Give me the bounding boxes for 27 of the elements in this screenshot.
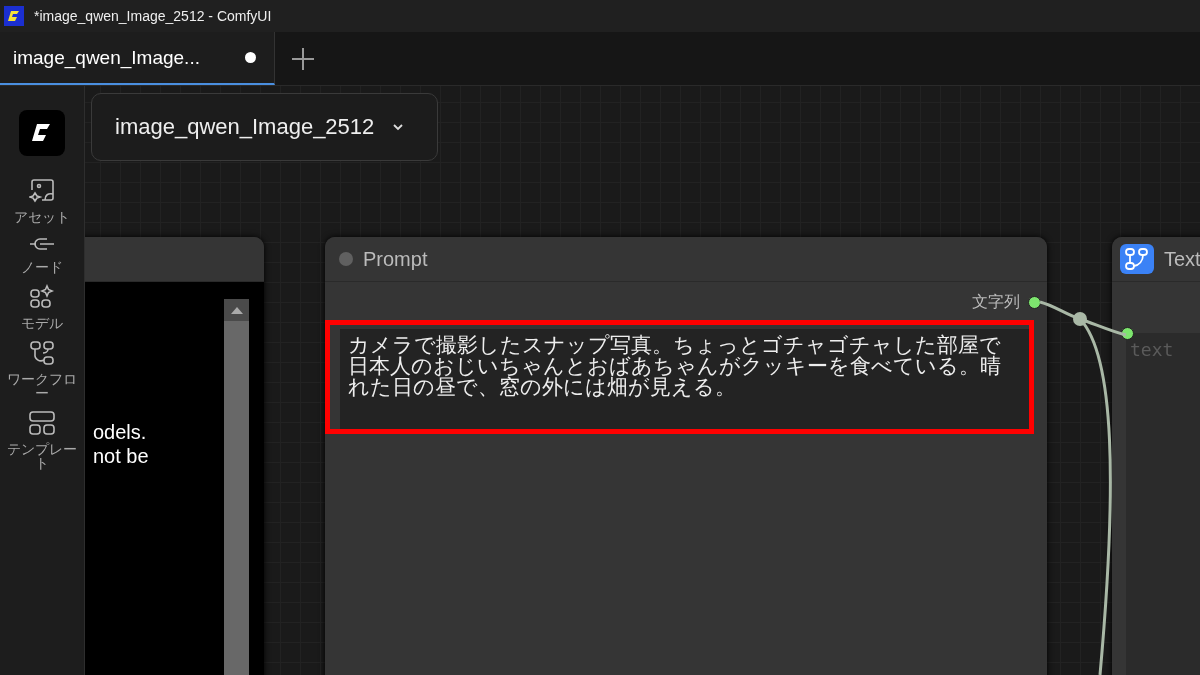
layout-icon — [28, 410, 56, 436]
sidebar-item[interactable]: ワークフロー — [6, 372, 78, 400]
app-logo-icon — [4, 6, 24, 26]
flow-icon — [29, 340, 55, 366]
display-text-line: odels. — [93, 420, 147, 444]
window-title: *image_qwen_Image_2512 - ComfyUI — [34, 8, 272, 24]
sidebar-item[interactable]: ノード — [21, 260, 63, 274]
scroll-up-icon[interactable] — [230, 306, 243, 314]
prompt-text-field[interactable]: カメラで撮影したスナップ写真。ちょっとゴチャゴチャした部屋で日本人のおじいちゃんとおばあちゃんがクッキーを食べている。晴れた日の昼で、窓の外には畑が見える。 — [340, 329, 1029, 429]
sidebar-item[interactable]: モデル — [21, 316, 63, 330]
scrollbar[interactable] — [224, 299, 249, 675]
flow-icon — [1120, 244, 1154, 274]
image-sparkle-icon — [29, 178, 55, 204]
sidebar-item[interactable]: テンプレート — [6, 442, 78, 470]
app-logo-icon[interactable] — [19, 110, 65, 156]
sidebar-item[interactable]: アセット — [14, 210, 70, 224]
output-label: 文字列 — [972, 291, 1020, 312]
add-tab-icon[interactable] — [291, 46, 315, 71]
node-title: Text — [1164, 247, 1200, 271]
node-title: Prompt — [363, 247, 428, 271]
shapes-sparkle-icon — [29, 284, 55, 310]
output-port-icon[interactable] — [1028, 295, 1041, 309]
chevron-down-icon — [392, 123, 405, 131]
workflow-dropdown[interactable]: image_qwen_Image_2512 — [91, 93, 438, 161]
workflow-tab[interactable]: image_qwen_Image... — [0, 32, 275, 85]
display-text-line: not be — [93, 444, 149, 468]
collapse-dot-icon[interactable] — [339, 252, 353, 266]
